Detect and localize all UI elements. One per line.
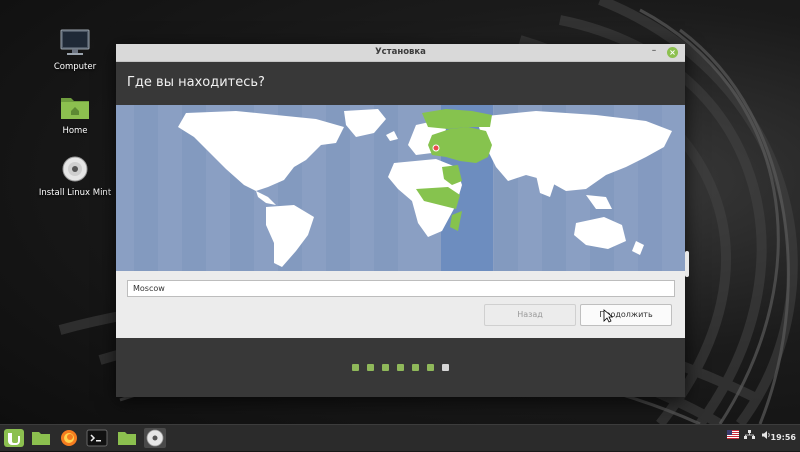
location-marker [432,144,440,152]
mouse-cursor-icon [603,309,613,323]
map-scroll-handle[interactable] [685,251,689,277]
page-title: Где вы находитесь? [127,75,265,90]
step-dot [412,364,419,371]
step-dot [367,364,374,371]
step-progress [352,364,449,371]
desktop-icon-home[interactable]: Home [27,92,123,136]
step-dot [397,364,404,371]
close-icon[interactable]: × [667,47,678,58]
network-icon[interactable] [744,430,755,442]
step-dot-current [442,364,449,371]
install-disc-icon [58,154,92,184]
minimize-icon[interactable]: – [649,46,659,56]
step-dot [352,364,359,371]
city-input[interactable] [127,280,675,297]
continue-button[interactable]: Продолжить [580,304,672,326]
terminal-icon[interactable] [86,428,108,448]
desktop-icon-label: Computer [53,62,97,72]
progress-footer [116,338,685,397]
firefox-icon[interactable] [58,428,80,448]
taskbar-panel: 19:56 [0,424,800,451]
page-header: Где вы находитесь? [116,62,685,105]
desktop-icon-install-linux-mint[interactable]: Install Linux Mint [27,154,123,198]
home-folder-icon [58,92,92,122]
computer-icon [58,28,92,58]
files-icon[interactable] [116,428,138,448]
us-flag-icon[interactable] [727,430,739,441]
desktop-icon-label: Home [62,126,88,136]
timezone-map[interactable] [116,105,685,271]
window-titlebar[interactable]: Установка – × [116,44,685,62]
desktop-icon-computer[interactable]: Computer [27,28,123,72]
install-disc-icon[interactable] [144,428,166,448]
clock[interactable]: 19:56 [771,433,796,442]
installer-window: Установка – × Где вы находитесь? Moscow … [116,44,689,397]
show-desktop-icon[interactable] [30,428,52,448]
desktop-icon-label: Install Linux Mint [38,188,112,198]
mint-menu-icon[interactable] [3,428,25,448]
window-title: Установка [375,47,426,57]
step-dot [427,364,434,371]
step-dot [382,364,389,371]
back-button[interactable]: Назад [484,304,576,326]
